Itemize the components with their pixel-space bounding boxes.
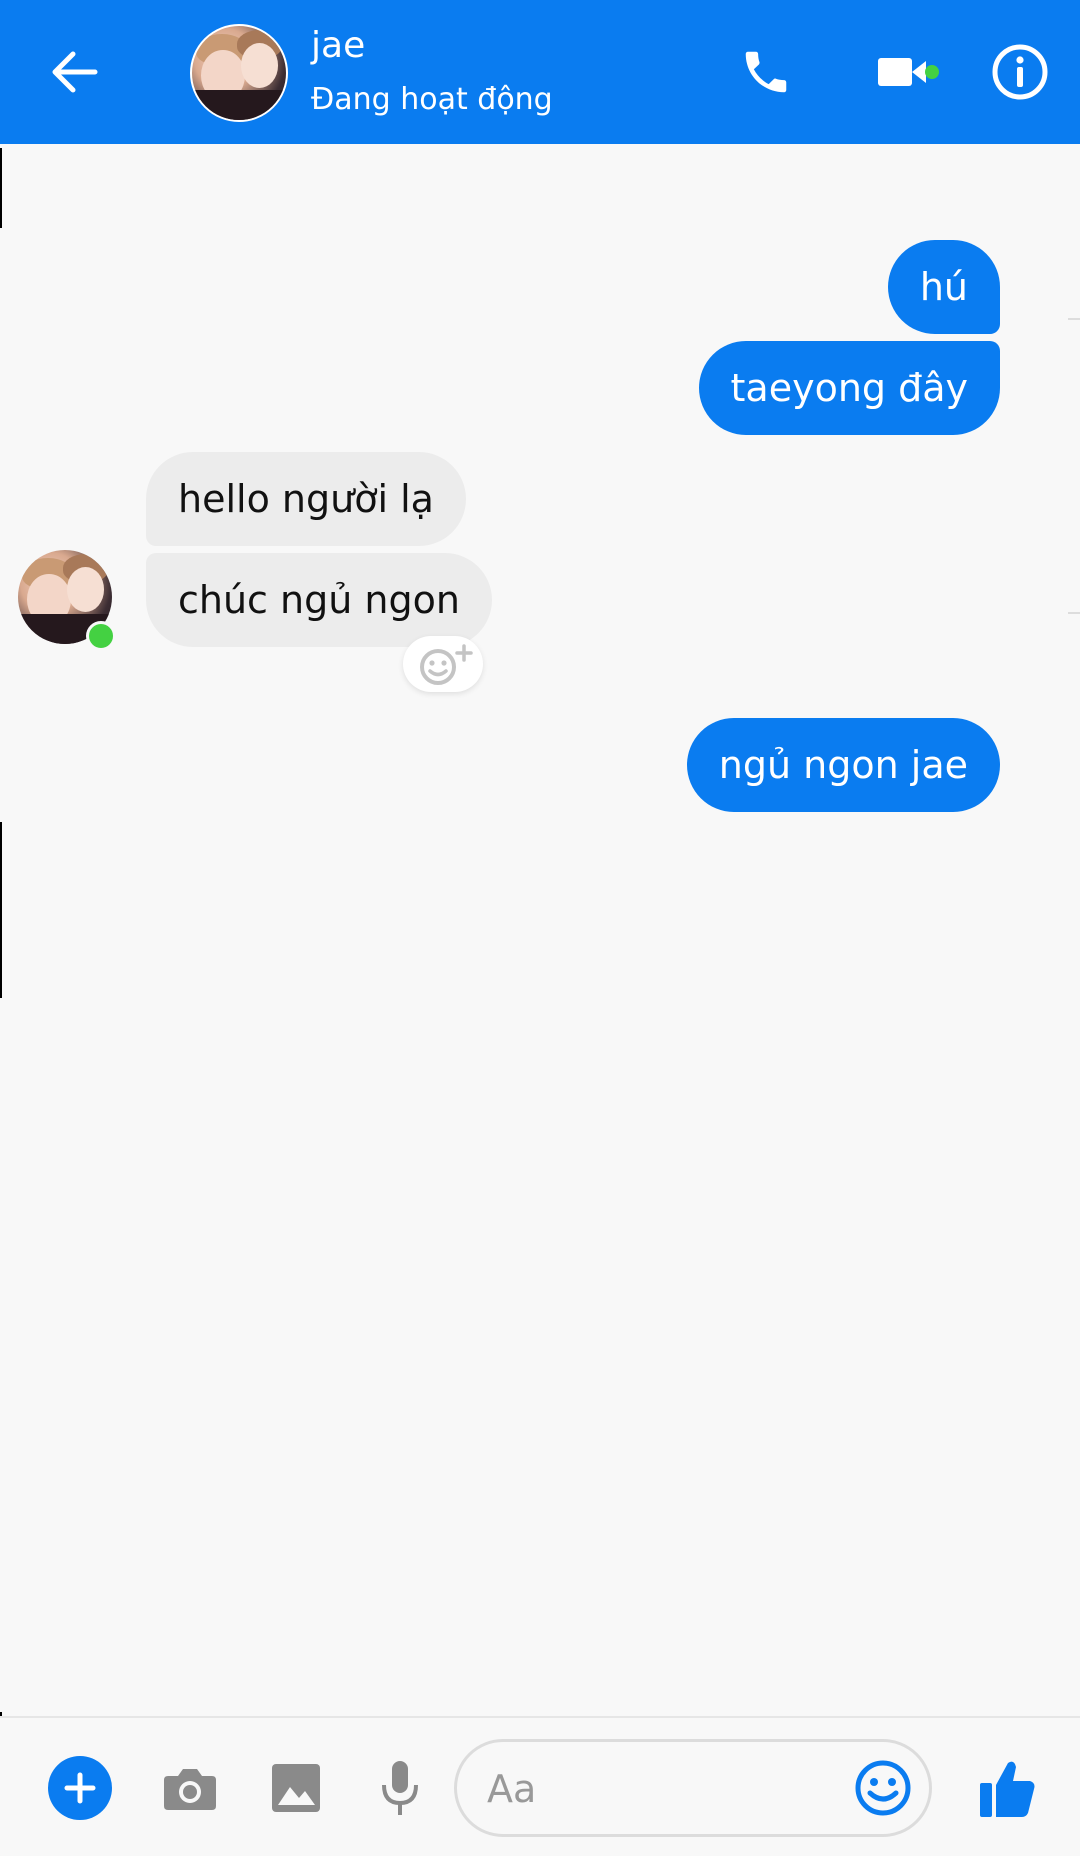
emoji-icon bbox=[855, 1760, 911, 1816]
contact-name[interactable]: jae bbox=[311, 24, 365, 68]
contact-avatar[interactable] bbox=[190, 24, 288, 122]
left-edge-mark bbox=[0, 148, 2, 228]
online-status-dot bbox=[86, 621, 116, 651]
video-available-indicator bbox=[925, 65, 939, 79]
like-button[interactable] bbox=[972, 1752, 1044, 1824]
message-bubble-incoming[interactable]: chúc ngủ ngon bbox=[146, 553, 492, 647]
phone-icon bbox=[745, 51, 787, 93]
message-bubble-incoming[interactable]: hello người lạ bbox=[146, 452, 466, 546]
image-icon bbox=[272, 1764, 320, 1812]
add-reaction-button[interactable] bbox=[403, 636, 483, 692]
left-edge-mark bbox=[0, 822, 2, 998]
back-button[interactable] bbox=[40, 38, 108, 106]
more-actions-button[interactable] bbox=[48, 1756, 112, 1820]
gallery-button[interactable] bbox=[266, 1758, 326, 1818]
message-compose-box[interactable] bbox=[454, 1739, 932, 1837]
emoji-plus-icon bbox=[420, 644, 473, 685]
right-edge-mark bbox=[1068, 318, 1080, 320]
voice-call-button[interactable] bbox=[728, 36, 804, 108]
message-bubble-outgoing[interactable]: hú bbox=[887, 240, 1000, 334]
info-icon bbox=[992, 44, 1048, 100]
camera-icon bbox=[164, 1769, 216, 1810]
thumbs-up-icon bbox=[980, 1761, 1035, 1817]
conversation-info-button[interactable] bbox=[984, 36, 1056, 108]
message-bubble-outgoing[interactable]: ngủ ngon jae bbox=[686, 718, 1000, 812]
active-status: Đang hoạt động bbox=[311, 82, 553, 117]
video-camera-icon bbox=[878, 58, 926, 86]
message-input[interactable] bbox=[485, 1760, 829, 1818]
camera-button[interactable] bbox=[158, 1758, 222, 1818]
microphone-icon bbox=[382, 1761, 418, 1815]
conversation-header: jae Đang hoạt động bbox=[0, 0, 1080, 144]
plus-icon bbox=[64, 1772, 96, 1804]
back-arrow-icon bbox=[52, 51, 98, 93]
right-edge-mark bbox=[1068, 612, 1080, 614]
emoji-button[interactable] bbox=[853, 1758, 913, 1818]
voice-message-button[interactable] bbox=[370, 1756, 430, 1820]
message-bubble-outgoing[interactable]: taeyong đây bbox=[698, 341, 1000, 435]
